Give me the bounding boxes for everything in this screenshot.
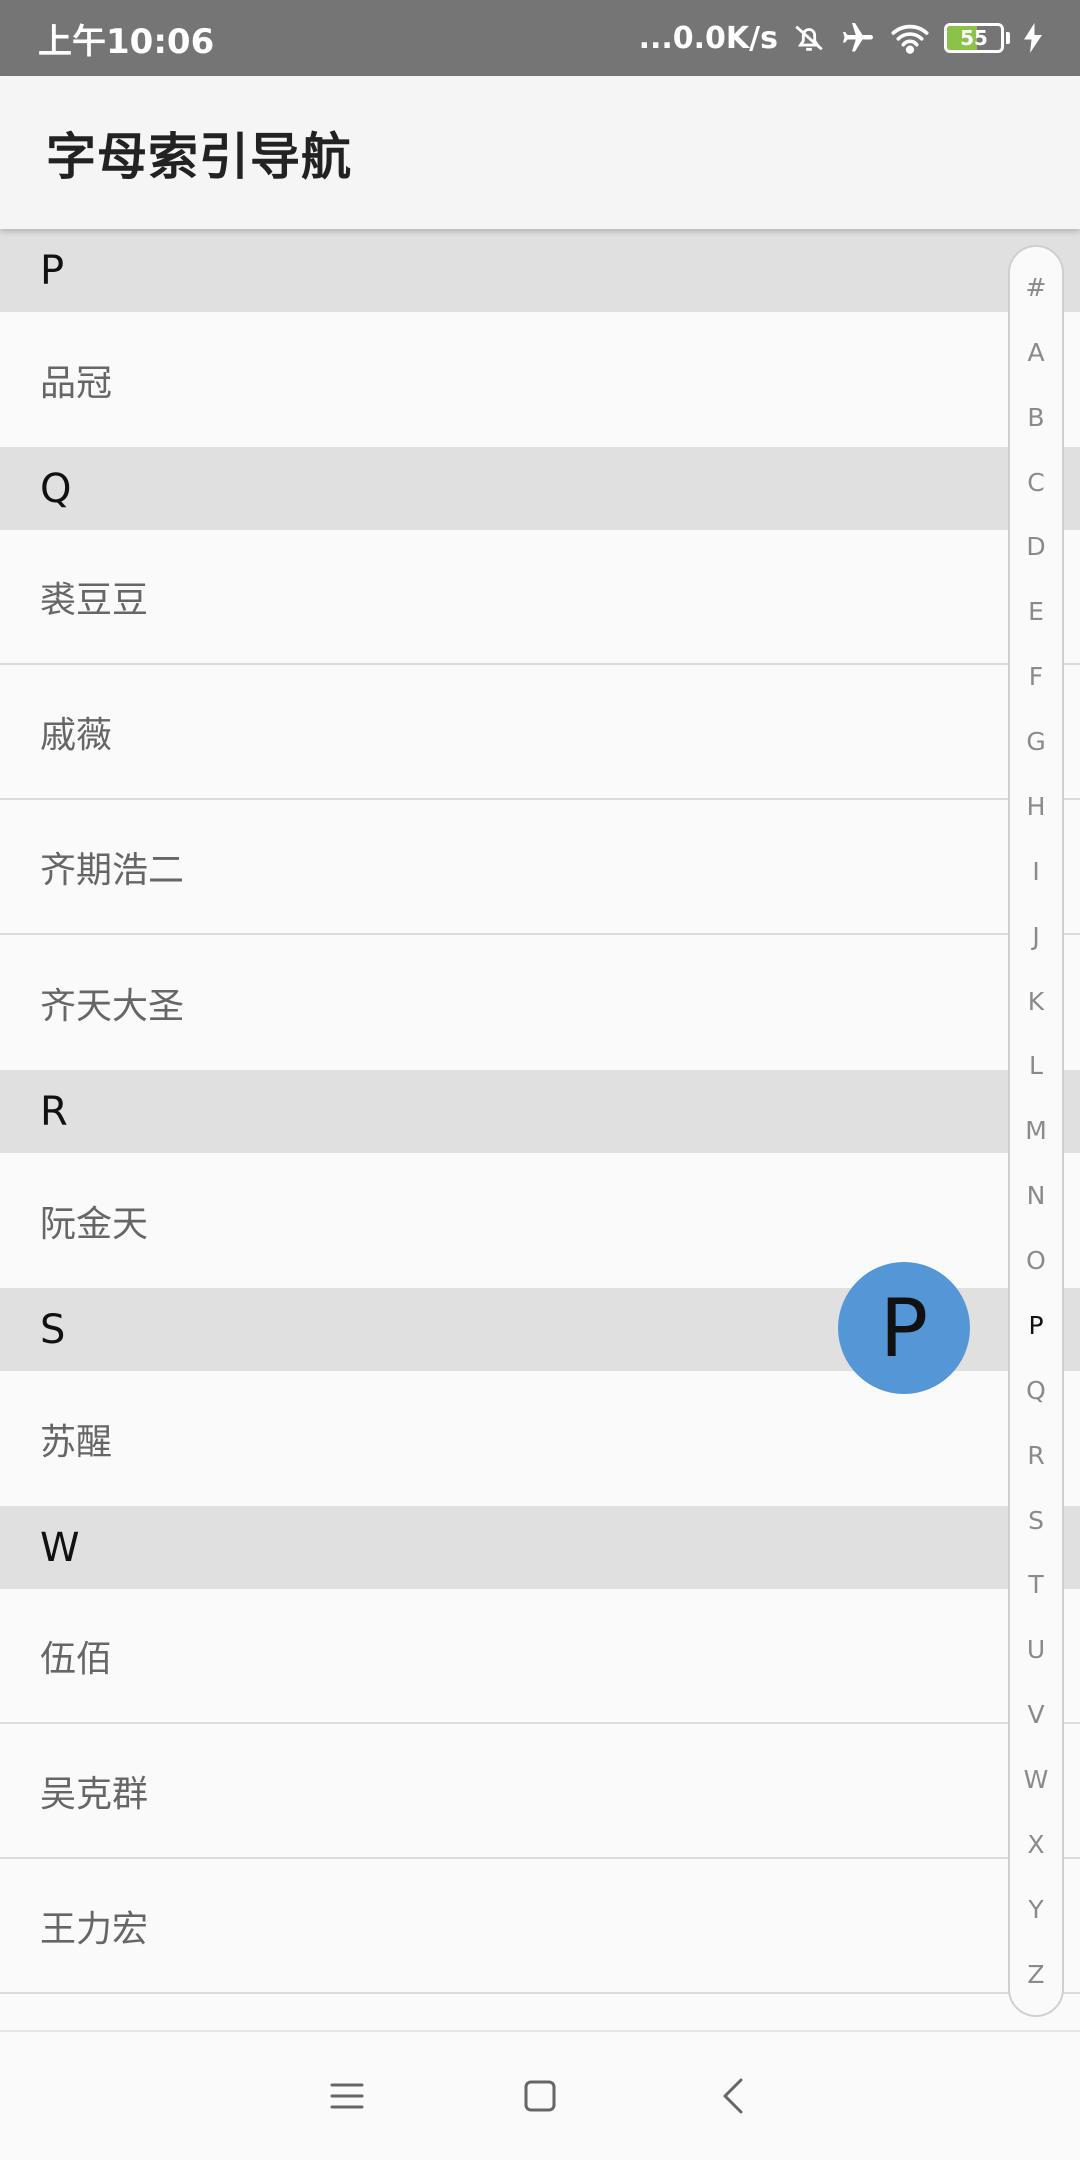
airplane-icon	[840, 20, 876, 56]
index-letter[interactable]: J	[1032, 924, 1039, 949]
index-letter[interactable]: L	[1029, 1053, 1043, 1078]
index-letter[interactable]: U	[1027, 1637, 1045, 1662]
battery-icon: 55	[944, 23, 1010, 53]
list-item[interactable]: 齐期浩二	[0, 800, 1080, 935]
home-icon[interactable]	[505, 2061, 575, 2131]
index-letter[interactable]: O	[1026, 1248, 1046, 1273]
index-letter[interactable]: B	[1027, 405, 1044, 430]
index-letter[interactable]: N	[1027, 1183, 1046, 1208]
index-letter[interactable]: #	[1026, 275, 1047, 300]
index-letter[interactable]: P	[1028, 1313, 1043, 1338]
index-letter[interactable]: D	[1026, 534, 1045, 559]
index-letter[interactable]: T	[1028, 1572, 1043, 1597]
battery-level: 55	[960, 26, 988, 50]
app-bar: 字母索引导航	[0, 76, 1080, 229]
charging-icon	[1024, 23, 1042, 53]
index-letter[interactable]: C	[1027, 470, 1044, 495]
wifi-icon	[890, 21, 930, 55]
menu-icon[interactable]	[312, 2061, 382, 2131]
list-item[interactable]: 裘豆豆	[0, 530, 1080, 665]
alphabet-index-bar[interactable]: # A B C D E F G H I J K L M N O P Q R S T U V W X Y Z	[1008, 245, 1064, 2017]
section-header: P	[0, 229, 1080, 312]
index-letter[interactable]: E	[1028, 599, 1044, 624]
index-letter[interactable]: H	[1027, 794, 1046, 819]
selected-letter-bubble: P	[838, 1262, 970, 1394]
index-letter[interactable]: K	[1028, 989, 1044, 1014]
index-letter[interactable]: A	[1027, 340, 1044, 365]
index-letter[interactable]: I	[1032, 859, 1039, 884]
index-letter[interactable]: S	[1028, 1508, 1044, 1533]
index-letter[interactable]: X	[1027, 1832, 1044, 1857]
page-title: 字母索引导航	[46, 127, 352, 186]
status-time: 上午10:06	[38, 21, 215, 62]
index-letter[interactable]: M	[1025, 1118, 1047, 1143]
mute-icon	[792, 21, 826, 55]
index-letter[interactable]: R	[1027, 1443, 1044, 1468]
index-letter[interactable]: Z	[1027, 1962, 1044, 1987]
index-letter[interactable]: W	[1024, 1767, 1049, 1792]
list-item[interactable]: 齐天大圣	[0, 935, 1080, 1070]
back-icon[interactable]	[698, 2061, 768, 2131]
section-header: W	[0, 1506, 1080, 1589]
index-letter[interactable]: G	[1026, 729, 1045, 754]
network-speed: ...0.0K/s	[638, 20, 778, 56]
status-icons: ...0.0K/s 55	[639, 20, 1042, 56]
status-bar: 上午10:06 ...0.0K/s 55	[0, 0, 1080, 76]
list-item[interactable]: 伍佰	[0, 1589, 1080, 1724]
list-item[interactable]: 品冠	[0, 312, 1080, 447]
index-letter[interactable]: Q	[1026, 1378, 1046, 1403]
navigation-bar	[0, 2030, 1080, 2160]
list-item[interactable]: 王力宏	[0, 1859, 1080, 1994]
section-header: R	[0, 1070, 1080, 1153]
index-letter[interactable]: F	[1029, 664, 1043, 689]
index-letter[interactable]: Y	[1028, 1897, 1043, 1922]
list-item[interactable]: 戚薇	[0, 665, 1080, 800]
index-letter[interactable]: V	[1027, 1702, 1044, 1727]
list-item[interactable]: 吴克群	[0, 1724, 1080, 1859]
section-header: Q	[0, 447, 1080, 530]
contact-list[interactable]: P 品冠 Q 裘豆豆 戚薇 齐期浩二 齐天大圣 R 阮金天 S 苏醒 W 伍佰 …	[0, 229, 1080, 1994]
